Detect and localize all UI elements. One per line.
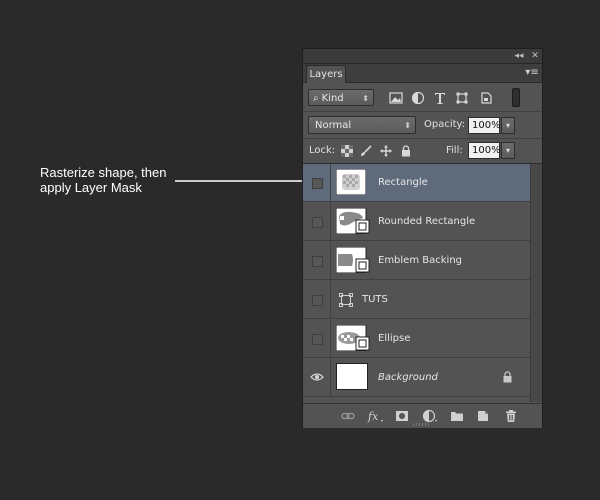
lock-icon	[503, 371, 512, 383]
filter-row: ⌕ Kind ⬍	[303, 83, 542, 112]
visibility-checkbox	[312, 256, 323, 267]
blend-mode-select[interactable]: Normal ⬍	[308, 116, 416, 134]
resize-grip[interactable]	[413, 423, 431, 426]
layer-name: Ellipse	[378, 333, 411, 344]
layer-name: Emblem Backing	[378, 255, 462, 266]
layers-scrollbar[interactable]	[530, 164, 542, 402]
layer-thumbnail	[336, 325, 370, 351]
pixel-filter-icon[interactable]	[389, 91, 403, 105]
layer-name: TUTS	[362, 294, 388, 305]
lock-label: Lock:	[309, 145, 336, 156]
filter-kind-select[interactable]: ⌕ Kind ⬍	[308, 89, 374, 106]
opacity-label: Opacity:	[424, 119, 466, 130]
lock-image-pixels-icon[interactable]	[360, 145, 372, 157]
panel-bottom-toolbar: fx	[303, 403, 542, 428]
eye-icon	[310, 373, 324, 381]
updown-icon: ⬍	[362, 94, 369, 103]
type-filter-icon[interactable]	[433, 91, 447, 105]
fill-dropdown-button[interactable]: ▾	[501, 142, 515, 159]
layers-list: Rectangle Rounded Rectangle Emblem Backi…	[303, 164, 530, 402]
panel-tab-row: Layers ▾≡	[303, 64, 542, 83]
blend-row: Normal ⬍ Opacity: 100% ▾	[303, 112, 542, 139]
svg-text:fx: fx	[367, 410, 379, 423]
layer-row-ellipse[interactable]: Ellipse	[303, 320, 530, 358]
layer-thumbnail	[336, 169, 366, 195]
visibility-checkbox	[312, 334, 323, 345]
fill-label: Fill:	[446, 145, 463, 156]
layer-name: Background	[378, 372, 438, 383]
layer-thumbnail	[336, 247, 370, 273]
panel-menu-button[interactable]: ▾≡	[524, 66, 540, 80]
visibility-checkbox	[312, 295, 323, 306]
layer-row-background[interactable]: Background	[303, 359, 530, 397]
collapse-panel-button[interactable]: ◂◂	[513, 49, 525, 63]
layer-row-emblem-backing[interactable]: Emblem Backing	[303, 242, 530, 280]
layer-thumbnail	[336, 363, 368, 390]
adjustment-filter-icon[interactable]	[411, 91, 425, 105]
visibility-checkbox	[312, 217, 323, 228]
new-layer-icon[interactable]	[476, 409, 490, 423]
search-icon: ⌕	[313, 93, 319, 104]
layer-thumbnail	[336, 208, 370, 234]
updown-icon: ⬍	[404, 121, 411, 130]
lock-row: Lock: Fill: 100% ▾	[303, 139, 542, 164]
link-layers-icon[interactable]	[341, 409, 355, 423]
lock-transparent-pixels-icon[interactable]	[341, 145, 353, 157]
layer-row-rectangle[interactable]: Rectangle	[303, 164, 530, 202]
layers-panel: ◂◂ ✕ Layers ▾≡ ⌕ Kind ⬍ Normal ⬍ Opacity…	[302, 48, 543, 428]
layer-row-tuts[interactable]: TUTS	[303, 281, 530, 319]
delete-layer-trash-icon[interactable]	[504, 409, 518, 423]
type-layer-icon	[339, 293, 353, 307]
visibility-toggle[interactable]	[303, 242, 331, 280]
fx-layer-style-icon[interactable]: fx	[367, 409, 385, 423]
layer-name: Rounded Rectangle	[378, 216, 476, 227]
fill-input[interactable]: 100%	[468, 142, 501, 159]
visibility-toggle[interactable]	[303, 164, 331, 202]
lock-all-icon[interactable]	[400, 145, 412, 157]
tab-layers[interactable]: Layers	[306, 65, 346, 83]
visibility-toggle[interactable]	[303, 320, 331, 358]
visibility-toggle[interactable]	[303, 359, 331, 397]
visibility-toggle[interactable]	[303, 281, 331, 319]
new-adjustment-layer-icon[interactable]	[422, 409, 440, 423]
layer-row-rounded-rectangle[interactable]: Rounded Rectangle	[303, 203, 530, 241]
blend-mode-value: Normal	[315, 120, 352, 131]
opacity-input[interactable]: 100%	[468, 117, 501, 134]
filter-kind-label: Kind	[321, 93, 344, 104]
filter-toggle-switch[interactable]	[512, 88, 520, 107]
visibility-toggle[interactable]	[303, 203, 331, 241]
new-group-folder-icon[interactable]	[450, 409, 464, 423]
opacity-dropdown-button[interactable]: ▾	[501, 117, 515, 134]
layer-name: Rectangle	[378, 177, 428, 188]
visibility-checkbox	[312, 178, 323, 189]
lock-position-icon[interactable]	[380, 145, 392, 157]
smart-object-filter-icon[interactable]	[479, 91, 493, 105]
shape-filter-icon[interactable]	[455, 91, 469, 105]
panel-titlebar: ◂◂ ✕	[303, 49, 542, 64]
close-panel-button[interactable]: ✕	[529, 49, 541, 63]
add-layer-mask-icon[interactable]	[395, 409, 409, 423]
